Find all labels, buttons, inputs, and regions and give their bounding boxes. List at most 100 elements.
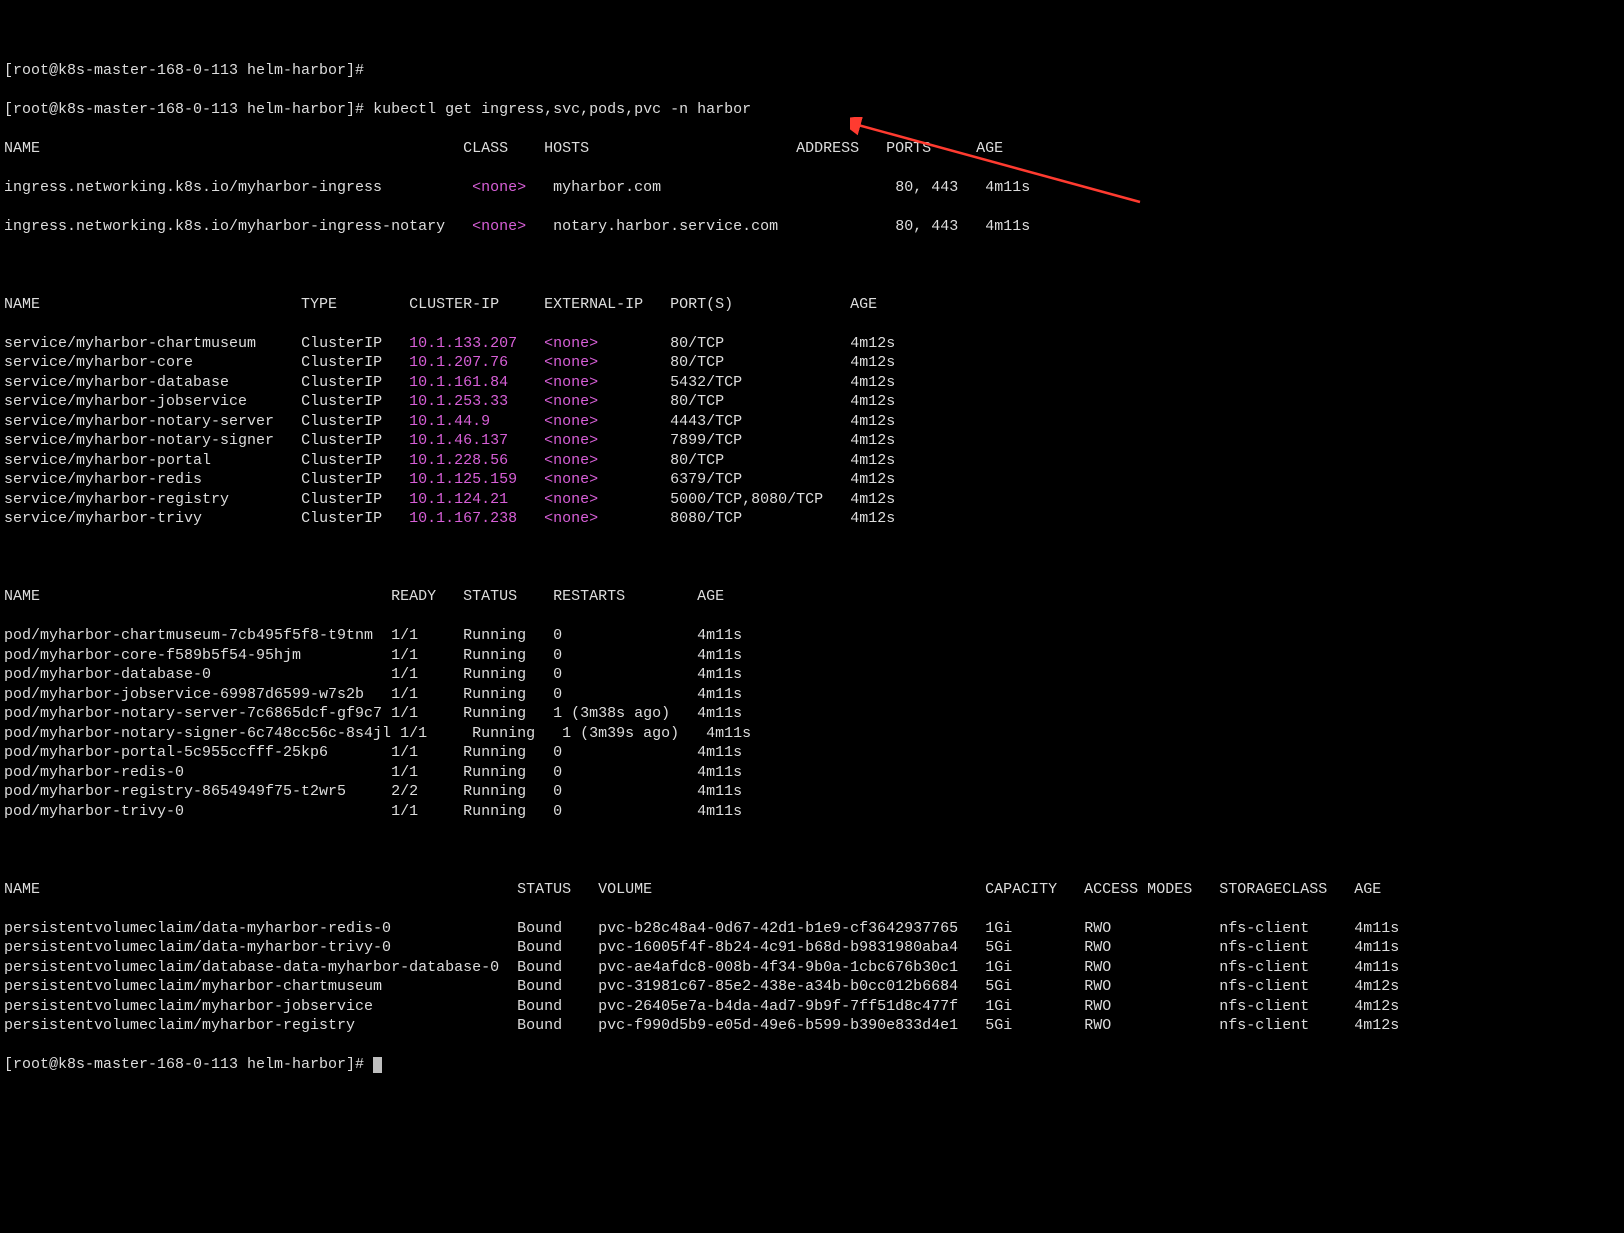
pvc-storageclass: nfs-client	[1219, 939, 1354, 956]
ingress-row-0: ingress.networking.k8s.io/myharbor-ingre…	[4, 178, 1620, 198]
pod-name: pod/myharbor-notary-signer-6c748cc56c-8s…	[4, 725, 400, 742]
pod-ready: 1/1	[391, 803, 463, 820]
svc-ip: 10.1.161.84	[409, 374, 544, 391]
pod-row: pod/myharbor-redis-0 1/1 Running 0 4m11s	[4, 763, 1620, 783]
svc-name: service/myharbor-redis	[4, 471, 301, 488]
pod-row: pod/myharbor-jobservice-69987d6599-w7s2b…	[4, 685, 1620, 705]
svc-external-ip: <none>	[544, 491, 670, 508]
terminal[interactable]: [root@k8s-master-168-0-113 helm-harbor]#…	[0, 39, 1624, 1116]
svc-type: ClusterIP	[301, 491, 409, 508]
svc-row: service/myharbor-database ClusterIP 10.1…	[4, 373, 1620, 393]
pvc-storageclass: nfs-client	[1219, 959, 1354, 976]
pod-ready: 1/1	[391, 666, 463, 683]
blank-line	[4, 548, 1620, 568]
pvc-age: 4m11s	[1354, 939, 1399, 956]
pod-row: pod/myharbor-chartmuseum-7cb495f5f8-t9tn…	[4, 626, 1620, 646]
pod-row: pod/myharbor-core-f589b5f54-95hjm 1/1 Ru…	[4, 646, 1620, 666]
pod-ready: 1/1	[400, 725, 472, 742]
svc-external-ip: <none>	[544, 354, 670, 371]
pvc-capacity: 5Gi	[985, 978, 1084, 995]
cursor	[373, 1057, 382, 1073]
pvc-access-modes: RWO	[1084, 920, 1219, 937]
pod-status: Running	[463, 744, 553, 761]
pod-restarts: 0	[553, 666, 697, 683]
pod-age: 4m11s	[697, 666, 742, 683]
svc-age: 4m12s	[850, 335, 895, 352]
pod-restarts: 0	[553, 803, 697, 820]
pod-ready: 1/1	[391, 686, 463, 703]
pvc-name: persistentvolumeclaim/data-myharbor-redi…	[4, 920, 517, 937]
svc-row: service/myharbor-portal ClusterIP 10.1.2…	[4, 451, 1620, 471]
svc-ports: 80/TCP	[670, 452, 850, 469]
pod-restarts: 1 (3m38s ago)	[553, 705, 697, 722]
svc-name: service/myharbor-notary-signer	[4, 432, 301, 449]
svc-ip: 10.1.253.33	[409, 393, 544, 410]
blank-line	[4, 841, 1620, 861]
svc-row: service/myharbor-registry ClusterIP 10.1…	[4, 490, 1620, 510]
pod-row: pod/myharbor-notary-signer-6c748cc56c-8s…	[4, 724, 1620, 744]
svc-ip: 10.1.46.137	[409, 432, 544, 449]
svc-type: ClusterIP	[301, 471, 409, 488]
pvc-access-modes: RWO	[1084, 959, 1219, 976]
pod-ready: 1/1	[391, 627, 463, 644]
svc-name: service/myharbor-chartmuseum	[4, 335, 301, 352]
pvc-status: Bound	[517, 998, 598, 1015]
svc-age: 4m12s	[850, 393, 895, 410]
pod-restarts: 0	[553, 783, 697, 800]
pvc-capacity: 1Gi	[985, 998, 1084, 1015]
svc-age: 4m12s	[850, 471, 895, 488]
pvc-volume: pvc-ae4afdc8-008b-4f34-9b0a-1cbc676b30c1	[598, 959, 985, 976]
svc-ip: 10.1.44.9	[409, 413, 544, 430]
svc-external-ip: <none>	[544, 335, 670, 352]
pvc-capacity: 5Gi	[985, 1017, 1084, 1034]
svc-ip: 10.1.228.56	[409, 452, 544, 469]
pod-name: pod/myharbor-notary-server-7c6865dcf-gf9…	[4, 705, 391, 722]
svc-age: 4m12s	[850, 413, 895, 430]
pvc-row: persistentvolumeclaim/data-myharbor-redi…	[4, 919, 1620, 939]
pvc-access-modes: RWO	[1084, 939, 1219, 956]
pvc-row: persistentvolumeclaim/myharbor-jobservic…	[4, 997, 1620, 1017]
pod-age: 4m11s	[697, 647, 742, 664]
pod-ready: 1/1	[391, 705, 463, 722]
svc-age: 4m12s	[850, 491, 895, 508]
svc-row: service/myharbor-notary-server ClusterIP…	[4, 412, 1620, 432]
svc-name: service/myharbor-registry	[4, 491, 301, 508]
svc-ip: 10.1.167.238	[409, 510, 544, 527]
svc-type: ClusterIP	[301, 374, 409, 391]
svc-name: service/myharbor-database	[4, 374, 301, 391]
pod-row: pod/myharbor-registry-8654949f75-t2wr5 2…	[4, 782, 1620, 802]
pvc-access-modes: RWO	[1084, 1017, 1219, 1034]
pvc-row: persistentvolumeclaim/myharbor-chartmuse…	[4, 977, 1620, 997]
pod-age: 4m11s	[697, 686, 742, 703]
pod-status: Running	[463, 705, 553, 722]
svc-external-ip: <none>	[544, 413, 670, 430]
pod-status: Running	[463, 627, 553, 644]
pvc-age: 4m12s	[1354, 1017, 1399, 1034]
pvc-volume: pvc-31981c67-85e2-438e-a34b-b0cc012b6684	[598, 978, 985, 995]
pod-row: pod/myharbor-portal-5c955ccfff-25kp6 1/1…	[4, 743, 1620, 763]
blank-line	[4, 256, 1620, 276]
pod-restarts: 0	[553, 627, 697, 644]
pod-name: pod/myharbor-redis-0	[4, 764, 391, 781]
pvc-status: Bound	[517, 959, 598, 976]
pod-name: pod/myharbor-trivy-0	[4, 803, 391, 820]
pvc-storageclass: nfs-client	[1219, 920, 1354, 937]
svc-name: service/myharbor-core	[4, 354, 301, 371]
svc-type: ClusterIP	[301, 432, 409, 449]
pvc-row: persistentvolumeclaim/data-myharbor-triv…	[4, 938, 1620, 958]
svc-name: service/myharbor-portal	[4, 452, 301, 469]
svc-ports: 7899/TCP	[670, 432, 850, 449]
pod-status: Running	[463, 803, 553, 820]
pvc-name: persistentvolumeclaim/myharbor-chartmuse…	[4, 978, 517, 995]
svc-external-ip: <none>	[544, 471, 670, 488]
prompt: [root@k8s-master-168-0-113 helm-harbor]#	[4, 1056, 373, 1073]
svc-age: 4m12s	[850, 432, 895, 449]
ingress-row-1: ingress.networking.k8s.io/myharbor-ingre…	[4, 217, 1620, 237]
pvc-storageclass: nfs-client	[1219, 998, 1354, 1015]
svc-age: 4m12s	[850, 374, 895, 391]
pod-name: pod/myharbor-registry-8654949f75-t2wr5	[4, 783, 391, 800]
svc-external-ip: <none>	[544, 452, 670, 469]
pvc-age: 4m12s	[1354, 998, 1399, 1015]
pvc-row: persistentvolumeclaim/myharbor-registry …	[4, 1016, 1620, 1036]
svc-row: service/myharbor-jobservice ClusterIP 10…	[4, 392, 1620, 412]
